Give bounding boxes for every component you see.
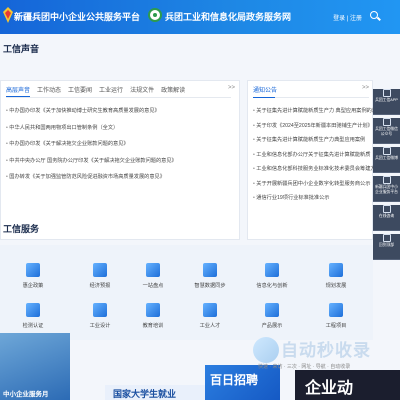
tab-industry-news[interactable]: 工信要闻 [68,85,92,95]
notice-panel: 通知公告 关于征集先进计算赋能新质生产力 典型应用案例的通知 关于印发《2024… [247,80,373,240]
news-item[interactable]: 中共中央办公厅 国务院办公厅印发《关于解决拖欠企业账款问题的意见》 [6,157,176,174]
showcase-icon [265,303,279,317]
weibo-icon [382,147,391,155]
service-inventory[interactable]: 一站盘点 [124,263,182,289]
service-design[interactable]: 工业设计 [71,303,129,329]
floating-sidebar: 兵团工信APP 兵团工信微信公众号 兵团工信微博 新疆兵团中小企业服务平台 在线… [373,86,400,260]
notice-item[interactable]: 关于印发《2024至2025年新疆本田驰铺生产计划》的通知 [253,122,373,137]
banner-enterprise[interactable]: 企业动 [295,370,400,400]
notice-list: 关于征集先进计算赋能新质生产力 典型应用案例的通知 关于印发《2024至2025… [253,107,373,209]
tab-work-updates[interactable]: 工作动态 [37,85,61,95]
site-title-2[interactable]: 兵团工业和信息化局政务服务网 [165,10,291,23]
site-title[interactable]: 新疆兵团中小企业公共服务平台 [14,10,140,23]
tab-notices[interactable]: 通知公告 [253,85,277,94]
platform-icon [382,176,391,184]
top-icon [382,234,391,242]
inventory-icon [146,263,160,277]
app-icon [382,89,391,97]
news-list: 中办国办印发《关于加快推动博士研究生教育高质量发展的意见》 中华人民共和国两用物… [6,107,177,190]
certification-icon [26,303,40,317]
banner-sme-service-month[interactable]: 中小企业服务月 [0,333,70,400]
logo-icon [3,7,13,23]
training-icon [146,303,160,317]
news-item[interactable]: 国办转发《关于加强监管防范风险促进融资市场高质量发展的意见》 [6,173,177,190]
service-training[interactable]: 教育培训 [124,303,182,329]
top-header: 新疆兵团中小企业公共服务平台 兵团工业和信息化局政务服务网 登录 | 注册 [0,0,400,34]
service-project[interactable]: 工程项目 [307,303,365,329]
service-planning[interactable]: 规划发展 [307,263,365,289]
watermark-logo-icon [253,337,279,363]
news-item[interactable]: 中办国办印发《关于解决拖欠企业账款问题的意见》 [6,140,177,157]
wechat-icon [382,118,391,126]
planning-icon [329,263,343,277]
float-item-weibo[interactable]: 兵团工信微博 [373,147,400,173]
notice-item[interactable]: 通信行业19项行业标准批准公示 [253,194,373,209]
service-talent[interactable]: 工业人才 [181,303,239,329]
data-sync-icon [203,263,217,277]
banner-graduate-employment[interactable]: 国家大学生就业 [105,385,220,400]
login-register-link[interactable]: 登录 | 注册 [333,13,362,22]
notice-item[interactable]: 关于征集先进计算赋能新质生产力典型应用案例 [253,136,373,151]
notice-item[interactable]: 工业和信息化部办公厅关于征集先进计算赋能新质 [253,151,373,166]
news-tabs: 高层声音 工作动态 工信要闻 工业运行 法规文件 政策解读 [6,85,185,95]
service-innovation[interactable]: 信息化与创新 [243,263,301,289]
news-section-title: 工信声音 [3,44,40,54]
project-icon [329,303,343,317]
float-item-chat[interactable]: 在线咨询 [373,205,400,231]
service-showcase[interactable]: 产品展示 [243,303,301,329]
services-section-title: 工信服务 [3,224,40,234]
emblem-icon [148,8,162,22]
service-policy[interactable]: 惠企政策 [4,263,62,289]
active-tab-indicator [6,96,30,97]
watermark-subtitle: 快速 · 来访 · 三次 · 网址 · 导航 · 自动收录 [258,364,351,370]
tab-leader-voice[interactable]: 高层声音 [6,85,30,95]
float-item-wechat[interactable]: 兵团工信微信公众号 [373,118,400,144]
news-item[interactable]: 中华人民共和国两用物项出口管制条例（全文） [6,124,177,141]
search-icon[interactable] [370,11,378,19]
talent-icon [203,303,217,317]
notice-item[interactable]: 关于征集先进计算赋能新质生产力 典型应用案例的通知 [253,107,373,122]
float-item-platform[interactable]: 新疆兵团中小企业服务平台 [373,176,400,202]
innovation-icon [265,263,279,277]
news-panel: 高层声音 工作动态 工信要闻 工业运行 法规文件 政策解读 中办国办印发《关于加… [0,80,240,240]
news-item[interactable]: 中办国办印发《关于加快推动博士研究生教育高质量发展的意见》 [6,107,177,124]
forecast-icon [93,263,107,277]
service-certification[interactable]: 检测认证 [4,303,62,329]
tab-divider [6,97,231,98]
services-panel: 惠企政策 经济预报 一站盘点 智慧数据同步 信息化与创新 规划发展 工业设计 教… [0,245,373,340]
tab-industry-operation[interactable]: 工业运行 [99,85,123,95]
policy-icon [26,263,40,277]
chat-icon [382,205,391,213]
design-icon [93,303,107,317]
tab-policy-interpretation[interactable]: 政策解读 [161,85,185,95]
notice-divider [253,97,369,98]
float-item-top[interactable]: 回到顶部 [373,234,400,260]
float-item-app[interactable]: 兵团工信APP [373,89,400,115]
banner-hundred-day-recruitment[interactable]: 百日招聘 [205,365,280,400]
service-forecast[interactable]: 经济预报 [71,263,129,289]
tab-regulations[interactable]: 法规文件 [130,85,154,95]
notice-item[interactable]: 关于开展新疆兵团中小企业数字化转型服务商公示 [253,180,373,195]
notice-item[interactable]: 工业和信息化部科技服务业标准化技术委员会筹建方案 [253,165,373,180]
service-data-sync[interactable]: 智慧数据同步 [181,263,239,289]
